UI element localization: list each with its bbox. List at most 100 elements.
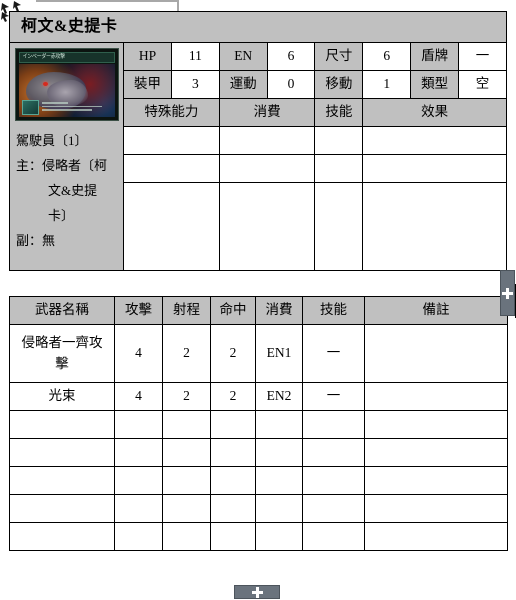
table-row xyxy=(9,522,508,551)
ability-cell-cost[interactable] xyxy=(218,182,316,271)
stat-value-en[interactable]: 6 xyxy=(266,42,316,71)
weapon-range[interactable] xyxy=(162,438,211,467)
weapon-cost[interactable] xyxy=(255,438,303,467)
weapon-attack[interactable]: 4 xyxy=(114,324,163,383)
stat-label-move: 移動 xyxy=(314,70,364,99)
weapon-cost[interactable] xyxy=(255,466,303,495)
weapon-hit[interactable] xyxy=(210,410,256,439)
weapon-hit[interactable] xyxy=(210,494,256,523)
ability-cell-cost[interactable] xyxy=(218,154,316,183)
add-row-handle[interactable] xyxy=(500,270,515,316)
pilot-heading: 駕駛員〔1〕 xyxy=(16,133,88,148)
ability-cell-cost[interactable] xyxy=(218,126,316,155)
weapon-attack[interactable] xyxy=(114,410,163,439)
weapon-attack[interactable] xyxy=(114,438,163,467)
stat-value-hp[interactable]: 11 xyxy=(170,42,220,71)
weapon-skill[interactable] xyxy=(302,522,365,551)
weapon-hit[interactable] xyxy=(210,466,256,495)
pilot-sub-line: 副：無 xyxy=(16,233,56,248)
unit-card-art: インベーダー赤攻撃 xyxy=(14,48,119,121)
weapon-attack[interactable] xyxy=(114,494,163,523)
weapon-note[interactable] xyxy=(364,324,508,383)
ability-cell-skill[interactable] xyxy=(314,182,364,271)
stat-label-size: 尺寸 xyxy=(314,42,364,71)
weapon-name[interactable] xyxy=(9,494,115,523)
portrait-and-pilot-cell: インベーダー赤攻撃 駕駛員〔1〕 主：侵略者〔柯 文&史提 卡〕 副：無 xyxy=(8,42,125,271)
weapon-note[interactable] xyxy=(364,438,508,467)
weapon-hit[interactable]: 2 xyxy=(210,382,256,411)
weapon-cost[interactable]: EN1 xyxy=(255,324,303,383)
ability-cell-effect[interactable] xyxy=(362,182,507,271)
weapon-note[interactable] xyxy=(364,466,508,495)
weapon-header-range: 射程 xyxy=(162,296,211,325)
weapon-range[interactable] xyxy=(162,410,211,439)
weapon-range[interactable] xyxy=(162,522,211,551)
title-row: 柯文&史提卡 xyxy=(9,11,507,43)
weapon-attack[interactable]: 4 xyxy=(114,382,163,411)
weapon-range[interactable]: 2 xyxy=(162,324,211,383)
ability-header-cost: 消費 xyxy=(218,98,316,127)
card-art-banner: インベーダー赤攻撃 xyxy=(18,52,115,63)
weapon-header-hit: 命中 xyxy=(210,296,256,325)
table-row xyxy=(9,410,508,439)
weapon-note[interactable] xyxy=(364,522,508,551)
ability-cell-skill[interactable] xyxy=(314,154,364,183)
pilot-main-line-3: 卡〕 xyxy=(48,208,75,223)
weapon-attack[interactable] xyxy=(114,466,163,495)
weapon-name[interactable]: 侵略者一齊攻 擊 xyxy=(9,324,115,383)
pilot-main-line-1: 主：侵略者〔柯 xyxy=(16,158,108,173)
weapon-name[interactable] xyxy=(9,438,115,467)
ability-cell-effect[interactable] xyxy=(362,126,507,155)
weapon-range[interactable] xyxy=(162,466,211,495)
stat-value-size[interactable]: 6 xyxy=(362,42,412,71)
unit-stat-table: 柯文&史提卡 インベーダー赤攻撃 駕駛員〔1〕 主：侵略者〔柯 文&史提 卡〕 … xyxy=(8,11,507,271)
table-row: 侵略者一齊攻 擊 4 2 2 EN1 一 xyxy=(9,324,508,383)
weapon-attack[interactable] xyxy=(114,522,163,551)
add-column-handle[interactable] xyxy=(234,585,280,599)
ability-cell-name[interactable] xyxy=(123,182,220,271)
stat-label-mobility: 運動 xyxy=(218,70,268,99)
weapon-note[interactable] xyxy=(364,382,508,411)
weapon-header-note: 備註 xyxy=(364,296,508,325)
ability-cell-name[interactable] xyxy=(123,154,220,183)
weapon-name[interactable] xyxy=(9,522,115,551)
card-art-caption-lines xyxy=(41,102,112,114)
stat-value-armor[interactable]: 3 xyxy=(170,70,220,99)
plus-icon xyxy=(251,586,263,598)
weapon-skill[interactable] xyxy=(302,466,365,495)
weapon-name-line-1: 侵略者一齊攻 xyxy=(21,334,103,350)
stat-value-mobility[interactable]: 0 xyxy=(266,70,316,99)
ability-cell-effect[interactable] xyxy=(362,154,507,183)
weapon-hit[interactable] xyxy=(210,522,256,551)
weapon-range[interactable]: 2 xyxy=(162,382,211,411)
weapon-cost[interactable] xyxy=(255,410,303,439)
stat-value-type[interactable]: 空 xyxy=(458,70,507,99)
weapon-header-attack: 攻擊 xyxy=(114,296,163,325)
weapon-hit[interactable] xyxy=(210,438,256,467)
stat-label-en: EN xyxy=(218,42,268,71)
weapon-header-cost: 消費 xyxy=(255,296,303,325)
weapon-note[interactable] xyxy=(364,494,508,523)
ability-header-name: 特殊能力 xyxy=(123,98,220,127)
weapon-hit[interactable]: 2 xyxy=(210,324,256,383)
weapon-name[interactable] xyxy=(9,466,115,495)
stat-label-shield: 盾牌 xyxy=(410,42,460,71)
ability-cell-name[interactable] xyxy=(123,126,220,155)
weapon-skill[interactable] xyxy=(302,494,365,523)
weapon-skill[interactable] xyxy=(302,438,365,467)
weapon-skill[interactable]: 一 xyxy=(302,382,365,411)
stat-label-type: 類型 xyxy=(410,70,460,99)
ability-cell-skill[interactable] xyxy=(314,126,364,155)
weapon-note[interactable] xyxy=(364,410,508,439)
weapon-cost[interactable] xyxy=(255,522,303,551)
weapon-name[interactable] xyxy=(9,410,115,439)
weapon-cost[interactable] xyxy=(255,494,303,523)
weapon-cost[interactable]: EN2 xyxy=(255,382,303,411)
weapon-name[interactable]: 光束 xyxy=(9,382,115,411)
stat-row-1: インベーダー赤攻撃 駕駛員〔1〕 主：侵略者〔柯 文&史提 卡〕 副：無 HP … xyxy=(8,42,507,271)
stat-value-shield[interactable]: 一 xyxy=(458,42,507,71)
weapon-skill[interactable]: 一 xyxy=(302,324,365,383)
stat-value-move[interactable]: 1 xyxy=(362,70,412,99)
weapon-range[interactable] xyxy=(162,494,211,523)
weapon-skill[interactable] xyxy=(302,410,365,439)
